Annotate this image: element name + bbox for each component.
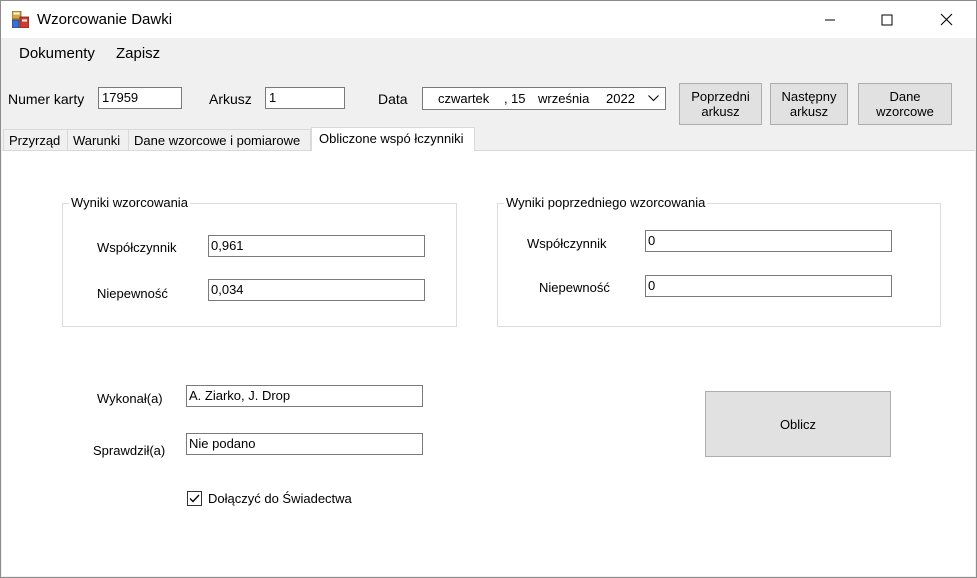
previous-coefficient-label: Współczynnik bbox=[527, 236, 607, 251]
previous-coefficient-field[interactable]: 0 bbox=[645, 230, 892, 252]
menu-item-zapisz[interactable]: Zapisz bbox=[116, 45, 160, 62]
reference-data-button[interactable]: Dane wzorcowe bbox=[858, 83, 952, 125]
previous-results-group: Wyniki poprzedniego wzorcowania Współczy… bbox=[497, 195, 941, 327]
tab-warunki[interactable]: Warunki bbox=[67, 129, 129, 151]
attach-to-certificate-label[interactable]: Dołączyć do Świadectwa bbox=[208, 491, 352, 506]
performed-by-field[interactable]: A. Ziarko, J. Drop bbox=[186, 385, 423, 407]
card-number-input[interactable]: 17959 bbox=[98, 87, 182, 109]
date-label: Data bbox=[378, 91, 408, 107]
sheet-label: Arkusz bbox=[209, 91, 252, 107]
tab-obliczone-wspolczynniki[interactable]: Obliczone wspó łczynniki bbox=[311, 127, 475, 151]
previous-sheet-button[interactable]: Poprzedni arkusz bbox=[679, 83, 762, 125]
minimize-button[interactable] bbox=[807, 1, 853, 38]
checked-by-label: Sprawdził(a) bbox=[93, 443, 166, 458]
menu-item-dokumenty[interactable]: Dokumenty bbox=[19, 45, 95, 62]
results-coefficient-field[interactable]: 0,961 bbox=[208, 235, 425, 257]
date-year: 2022 bbox=[606, 91, 635, 106]
results-uncertainty-label: Niepewność bbox=[97, 286, 168, 301]
maximize-button[interactable] bbox=[864, 1, 910, 38]
close-icon bbox=[940, 13, 952, 26]
close-button[interactable] bbox=[923, 1, 969, 38]
previous-results-group-title: Wyniki poprzedniego wzorcowania bbox=[504, 195, 708, 210]
performed-by-label: Wykonał(a) bbox=[97, 391, 163, 406]
app-icon bbox=[11, 10, 30, 29]
tab-strip: Przyrząd Warunki Dane wzorcowe i pomiaro… bbox=[1, 127, 976, 151]
tab-dane-wzorcowe[interactable]: Dane wzorcowe i pomiarowe bbox=[128, 129, 311, 151]
window-title: Wzorcowanie Dawki bbox=[37, 11, 173, 28]
date-picker[interactable]: czwartek , 15 września 2022 bbox=[422, 87, 666, 110]
title-bar[interactable]: Wzorcowanie Dawki bbox=[1, 1, 976, 38]
results-uncertainty-field[interactable]: 0,034 bbox=[208, 279, 425, 301]
date-day: 15 bbox=[511, 91, 526, 106]
main-window: Wzorcowanie Dawki Dokumenty Zapisz Numer… bbox=[0, 0, 977, 578]
sheet-input[interactable]: 1 bbox=[265, 87, 345, 109]
tab-page-coefficients: Wyniki wzorcowania Współczynnik 0,961 Ni… bbox=[2, 150, 975, 576]
results-coefficient-label: Współczynnik bbox=[97, 240, 177, 255]
menu-bar: Dokumenty Zapisz bbox=[1, 38, 976, 68]
date-weekday: czwartek bbox=[438, 91, 490, 106]
checkmark-icon bbox=[189, 494, 200, 503]
minimize-icon bbox=[825, 19, 835, 20]
results-group-title: Wyniki wzorcowania bbox=[69, 195, 190, 210]
tab-przyrzad[interactable]: Przyrząd bbox=[3, 129, 68, 151]
next-sheet-button[interactable]: Następny arkusz bbox=[770, 83, 848, 125]
previous-uncertainty-label: Niepewność bbox=[539, 280, 610, 295]
results-group: Wyniki wzorcowania Współczynnik 0,961 Ni… bbox=[62, 195, 457, 327]
previous-uncertainty-field[interactable]: 0 bbox=[645, 275, 892, 297]
checked-by-field[interactable]: Nie podano bbox=[186, 433, 423, 455]
card-number-label: Numer karty bbox=[8, 91, 85, 107]
calculate-button[interactable]: Oblicz bbox=[705, 391, 891, 457]
date-month: września bbox=[538, 91, 590, 106]
maximize-icon bbox=[881, 14, 893, 25]
attach-to-certificate-checkbox[interactable] bbox=[187, 491, 202, 506]
date-separator: , bbox=[504, 91, 508, 106]
chevron-down-icon[interactable] bbox=[648, 95, 659, 102]
